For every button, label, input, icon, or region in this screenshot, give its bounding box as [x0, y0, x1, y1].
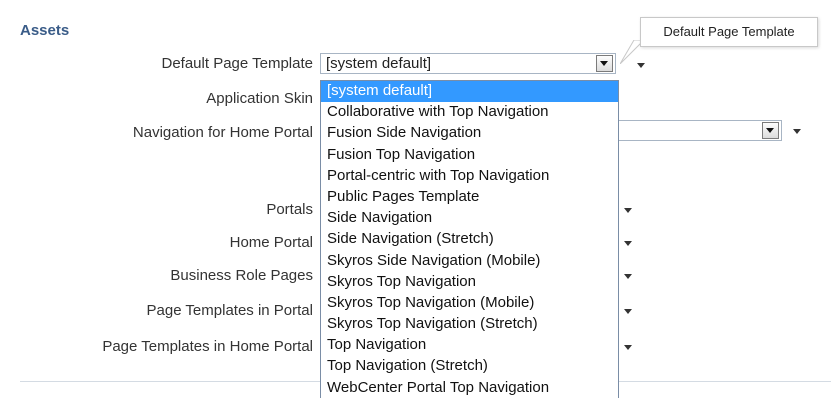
tooltip-text: Default Page Template	[663, 24, 795, 39]
dropdown-option[interactable]: Side Navigation (Stretch)	[321, 229, 618, 250]
dropdown-option[interactable]: Top Navigation (Stretch)	[321, 356, 618, 377]
label-page-templates-in-portal: Page Templates in Portal	[146, 302, 314, 319]
dropdown-option[interactable]: Top Navigation	[321, 335, 618, 356]
default-page-template-select[interactable]: [system default]	[320, 53, 616, 74]
dropdown-option[interactable]: Fusion Side Navigation	[321, 123, 618, 144]
caret-down-icon[interactable]	[793, 129, 801, 134]
dropdown-option[interactable]: [system default]	[321, 81, 618, 103]
label-business-role-pages: Business Role Pages	[170, 267, 313, 284]
caret-down-icon[interactable]	[624, 345, 632, 350]
default-page-template-dropdown[interactable]: [system default] Collaborative with Top …	[320, 80, 619, 398]
chevron-down-icon[interactable]	[596, 55, 613, 72]
dropdown-option[interactable]: Skyros Top Navigation	[321, 272, 618, 293]
dropdown-option[interactable]: Collaborative with Top Navigation	[321, 102, 618, 123]
dropdown-option[interactable]: Skyros Top Navigation (Stretch)	[321, 314, 618, 335]
dropdown-option[interactable]: WebCenter Portal Top Navigation	[321, 378, 618, 398]
dropdown-option[interactable]: Side Navigation	[321, 208, 618, 229]
dropdown-option[interactable]: Portal-centric with Top Navigation	[321, 166, 618, 187]
label-portals: Portals	[266, 201, 313, 218]
select-value: [system default]	[326, 55, 432, 72]
caret-down-icon[interactable]	[624, 241, 632, 246]
caret-down-icon[interactable]	[624, 208, 632, 213]
dropdown-option[interactable]: Skyros Top Navigation (Mobile)	[321, 293, 618, 314]
dropdown-option[interactable]: Fusion Top Navigation	[321, 145, 618, 166]
label-home-portal: Home Portal	[229, 234, 313, 251]
label-navigation-home-portal: Navigation for Home Portal	[132, 124, 313, 141]
tooltip: Default Page Template	[640, 17, 818, 47]
label-page-templates-in-home-portal: Page Templates in Home Portal	[102, 338, 313, 355]
caret-down-icon[interactable]	[624, 274, 632, 279]
chevron-down-icon[interactable]	[762, 122, 779, 139]
label-default-page-template: Default Page Template	[161, 55, 314, 72]
caret-down-icon[interactable]	[624, 309, 632, 314]
section-title: Assets	[20, 22, 70, 39]
label-application-skin: Application Skin	[206, 90, 313, 107]
dropdown-option[interactable]: Public Pages Template	[321, 187, 618, 208]
dropdown-option[interactable]: Skyros Side Navigation (Mobile)	[321, 251, 618, 272]
